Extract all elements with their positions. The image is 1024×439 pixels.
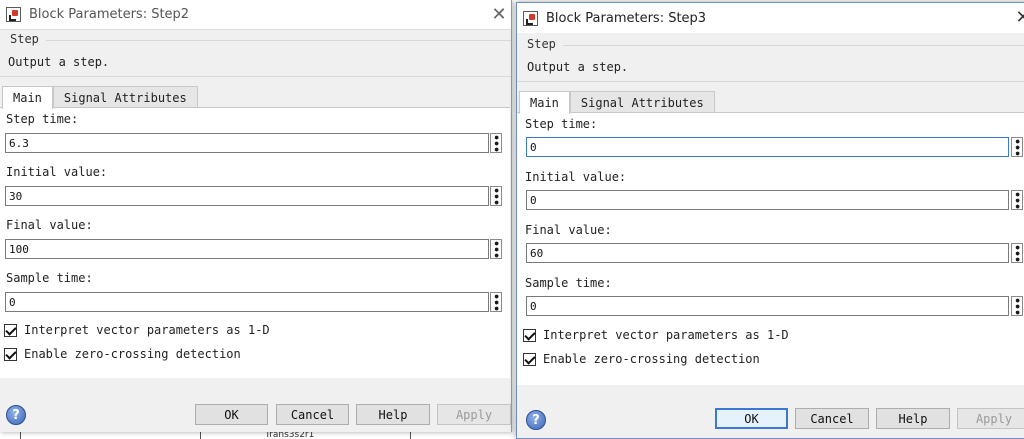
- tab-signal-attributes[interactable]: Signal Attributes: [569, 91, 715, 113]
- tab-main[interactable]: Main: [519, 91, 570, 114]
- initial-value-label: Initial value:: [6, 165, 108, 179]
- parameter-options-button[interactable]: •••: [489, 292, 503, 312]
- sample-time-input[interactable]: [5, 292, 489, 312]
- close-icon: ✕: [491, 3, 507, 25]
- more-vertical-icon: •••: [489, 133, 503, 153]
- apply-button[interactable]: Apply: [437, 404, 511, 425]
- help-button[interactable]: Help: [356, 404, 430, 425]
- initial-value-input[interactable]: [526, 190, 1009, 210]
- parameter-options-button[interactable]: •••: [1010, 296, 1024, 316]
- section-divider: [46, 40, 511, 41]
- tab-bar: Main Signal Attributes: [519, 91, 715, 114]
- simulink-block-icon: [523, 10, 538, 26]
- step-time-input[interactable]: [5, 133, 489, 153]
- sample-time-label: Sample time:: [525, 276, 612, 290]
- dialog-titlebar[interactable]: Block Parameters: Step2 ✕: [0, 0, 511, 30]
- sample-time-input[interactable]: [526, 296, 1009, 316]
- simulink-block-icon: [6, 7, 21, 22]
- close-button[interactable]: ✕: [1010, 6, 1024, 28]
- final-value-label: Final value:: [525, 223, 612, 237]
- tab-signal-attributes[interactable]: Signal Attributes: [52, 86, 198, 108]
- apply-button[interactable]: Apply: [957, 408, 1024, 429]
- checkbox-label: Interpret vector parameters as 1-D: [543, 328, 789, 342]
- more-vertical-icon: •••: [1010, 296, 1024, 316]
- interpret-vector-checkbox[interactable]: Interpret vector parameters as 1-D: [523, 328, 789, 342]
- more-vertical-icon: •••: [489, 239, 503, 259]
- more-vertical-icon: •••: [1010, 137, 1024, 157]
- parameter-options-button[interactable]: •••: [489, 239, 503, 259]
- help-icon[interactable]: ?: [526, 410, 546, 430]
- cancel-button[interactable]: Cancel: [276, 404, 349, 425]
- more-vertical-icon: •••: [489, 186, 503, 206]
- tab-main[interactable]: Main: [2, 86, 53, 109]
- close-icon: ✕: [1015, 6, 1024, 28]
- section-divider: [517, 81, 1024, 82]
- parameter-options-button[interactable]: •••: [1010, 243, 1024, 263]
- step-time-label: Step time:: [6, 112, 79, 126]
- ok-button[interactable]: OK: [715, 408, 788, 429]
- close-button[interactable]: ✕: [486, 3, 512, 25]
- zero-crossing-checkbox[interactable]: Enable zero-crossing detection: [4, 347, 241, 361]
- checkbox-checked[interactable]: [4, 323, 17, 337]
- dialog-title: Block Parameters: Step2: [29, 7, 190, 22]
- step-time-label: Step time:: [525, 117, 598, 131]
- more-vertical-icon: •••: [1010, 243, 1024, 263]
- block-description: Output a step.: [8, 55, 110, 69]
- tab-bar: Main Signal Attributes: [2, 86, 198, 109]
- model-canvas-strip: [0, 432, 516, 439]
- dialog-title: Block Parameters: Step3: [546, 10, 707, 26]
- block-parameters-dialog-step3: Block Parameters: Step3 ✕ Step Output a …: [516, 2, 1024, 439]
- ok-button[interactable]: OK: [195, 404, 268, 425]
- parameter-options-button[interactable]: •••: [1010, 137, 1024, 157]
- block-parameters-dialog-step2: Block Parameters: Step2 ✕ Step Output a …: [0, 0, 512, 432]
- section-divider: [563, 45, 1024, 46]
- checkbox-checked[interactable]: [523, 328, 536, 342]
- final-value-label: Final value:: [6, 218, 93, 232]
- parameter-options-button[interactable]: •••: [489, 186, 503, 206]
- section-divider: [0, 76, 511, 77]
- section-label: Step: [10, 32, 39, 46]
- help-icon[interactable]: ?: [6, 405, 26, 425]
- parameter-options-button[interactable]: •••: [1010, 190, 1024, 210]
- checkbox-label: Enable zero-crossing detection: [543, 352, 760, 366]
- checkbox-label: Interpret vector parameters as 1-D: [24, 323, 270, 337]
- parameter-options-button[interactable]: •••: [489, 133, 503, 153]
- cancel-button[interactable]: Cancel: [795, 408, 869, 429]
- initial-value-label: Initial value:: [525, 170, 627, 184]
- zero-crossing-checkbox[interactable]: Enable zero-crossing detection: [523, 352, 760, 366]
- interpret-vector-checkbox[interactable]: Interpret vector parameters as 1-D: [4, 323, 270, 337]
- canvas-line: [410, 432, 411, 439]
- help-button[interactable]: Help: [876, 408, 950, 429]
- dialog-titlebar[interactable]: Block Parameters: Step3 ✕: [517, 3, 1024, 33]
- section-label: Step: [527, 37, 556, 51]
- sample-time-label: Sample time:: [6, 271, 93, 285]
- checkbox-checked[interactable]: [523, 352, 536, 366]
- initial-value-input[interactable]: [5, 186, 489, 206]
- more-vertical-icon: •••: [489, 292, 503, 312]
- final-value-input[interactable]: [526, 243, 1009, 263]
- checkbox-label: Enable zero-crossing detection: [24, 347, 241, 361]
- more-vertical-icon: •••: [1010, 190, 1024, 210]
- checkbox-checked[interactable]: [4, 347, 17, 361]
- step-time-input[interactable]: [526, 137, 1009, 157]
- canvas-line: [200, 432, 201, 439]
- block-description: Output a step.: [527, 60, 629, 74]
- final-value-input[interactable]: [5, 239, 489, 259]
- canvas-line: [20, 432, 21, 439]
